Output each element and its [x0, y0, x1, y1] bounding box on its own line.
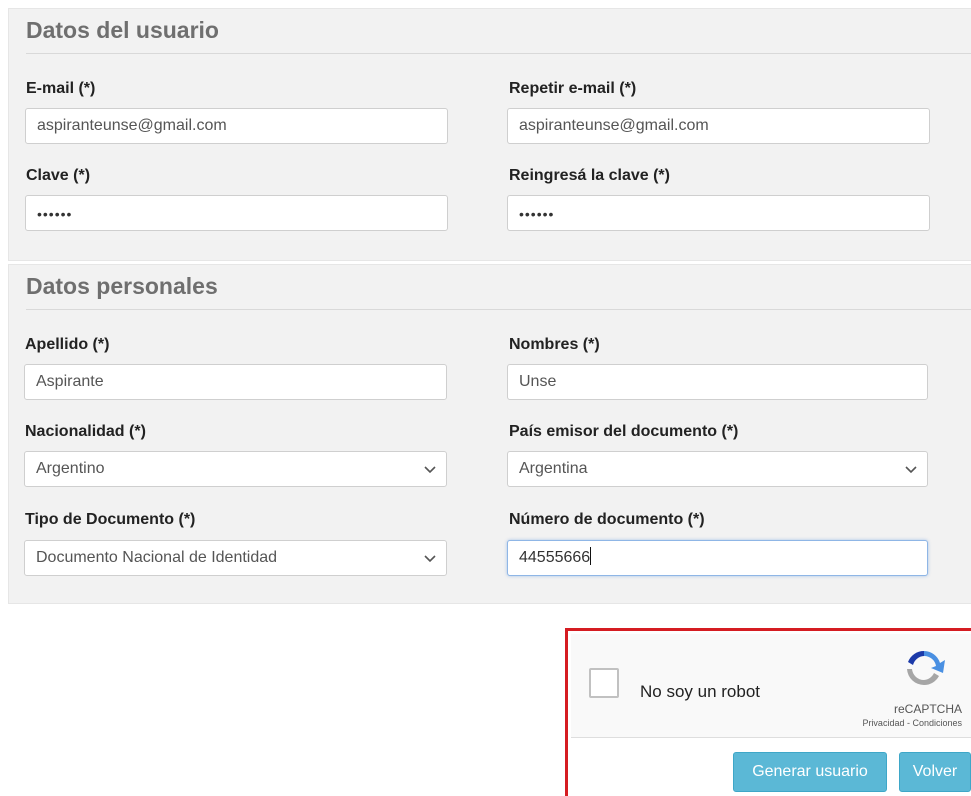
chevron-down-icon [424, 555, 436, 563]
doc-number-field[interactable]: 44555666 [507, 540, 928, 576]
repeat-email-field[interactable]: aspiranteunse@gmail.com [507, 108, 930, 144]
repeat-password-field[interactable]: •••••• [507, 195, 930, 231]
captcha-highlight-box: No soy un robot reCAPTCHA Privacidad - C… [565, 628, 971, 796]
surname-field[interactable]: Aspirante [24, 364, 447, 400]
recaptcha-label: No soy un robot [640, 682, 761, 701]
nationality-value: Argentino [36, 460, 105, 477]
personal-data-panel: Datos personales Apellido (*) Aspirante … [8, 264, 971, 604]
repeat-email-label: Repetir e-mail (*) [509, 80, 637, 97]
doc-type-value: Documento Nacional de Identidad [36, 549, 278, 566]
doc-type-label: Tipo de Documento (*) [25, 511, 196, 528]
recaptcha-links[interactable]: Privacidad - Condiciones [862, 718, 962, 728]
nationality-select[interactable]: Argentino [24, 451, 447, 487]
surname-label: Apellido (*) [25, 336, 110, 353]
personal-data-title: Datos personales [26, 273, 218, 299]
text-cursor [590, 547, 592, 565]
doc-number-value: 44555666 [519, 549, 591, 566]
password-field[interactable]: •••••• [25, 195, 448, 231]
email-field[interactable]: aspiranteunse@gmail.com [25, 108, 448, 144]
doc-type-select[interactable]: Documento Nacional de Identidad [24, 540, 447, 576]
recaptcha-widget: No soy un robot reCAPTCHA Privacidad - C… [571, 634, 971, 738]
chevron-down-icon [905, 466, 917, 474]
personal-data-divider [26, 309, 971, 310]
back-button[interactable]: Volver [899, 752, 971, 792]
recaptcha-checkbox[interactable] [589, 668, 619, 698]
user-data-divider [26, 53, 971, 54]
issuing-country-select[interactable]: Argentina [507, 451, 928, 487]
doc-number-label: Número de documento (*) [509, 511, 705, 528]
nationality-label: Nacionalidad (*) [25, 423, 146, 440]
issuing-country-label: País emisor del documento (*) [509, 423, 739, 440]
repeat-password-label: Reingresá la clave (*) [509, 167, 670, 184]
names-label: Nombres (*) [509, 336, 600, 353]
chevron-down-icon [424, 466, 436, 474]
user-data-title: Datos del usuario [26, 17, 219, 43]
user-data-panel: Datos del usuario E-mail (*) aspiranteun… [8, 8, 971, 261]
email-label: E-mail (*) [26, 80, 96, 97]
recaptcha-logo-icon [907, 650, 945, 685]
issuing-country-value: Argentina [519, 460, 588, 477]
generate-user-button[interactable]: Generar usuario [733, 752, 887, 792]
names-field[interactable]: Unse [507, 364, 928, 400]
password-label: Clave (*) [26, 167, 91, 184]
recaptcha-brand: reCAPTCHA [893, 702, 962, 716]
